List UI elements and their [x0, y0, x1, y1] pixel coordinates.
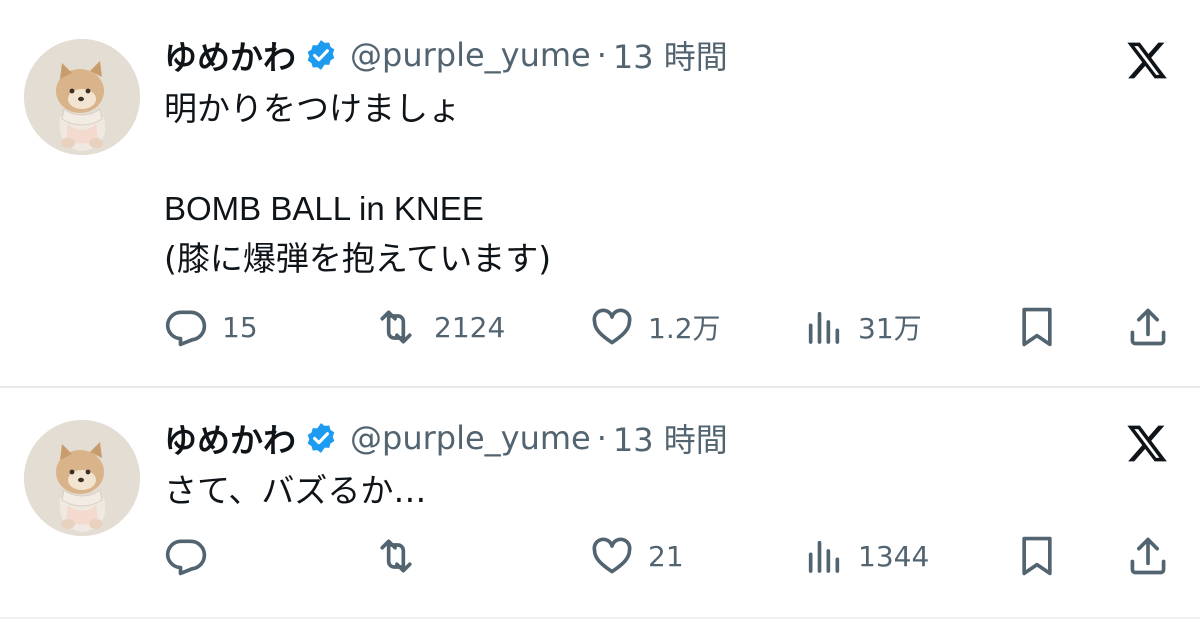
like-count: 1.2万 [648, 312, 721, 345]
views-count: 1344 [858, 539, 930, 573]
heart-icon [590, 305, 634, 349]
reply-count: 15 [222, 310, 258, 344]
share-icon [1126, 305, 1170, 349]
views-chart-icon [804, 534, 844, 578]
separator-dot: · [596, 36, 607, 74]
share-button[interactable] [1126, 302, 1170, 352]
tweet-text-line: さて、バズるか… [164, 471, 427, 510]
share-button[interactable] [1126, 531, 1170, 581]
share-icon [1126, 534, 1170, 578]
shiba-dog-avatar-icon [24, 420, 140, 536]
tweet-text-line: BOMB BALL in KNEE [164, 190, 484, 227]
tweet-card[interactable]: ゆめかわ @purple_yume · 13 時間 さて、バズるか… 21 13… [0, 388, 1200, 620]
bookmark-button[interactable] [1015, 531, 1059, 581]
heart-icon [590, 534, 634, 578]
repost-count: 2124 [434, 310, 506, 344]
reply-icon [164, 534, 208, 578]
like-count: 21 [648, 539, 684, 573]
separator-dot: · [596, 419, 607, 457]
tweet-text-line: (膝に爆弾を抱えています) [164, 239, 552, 278]
reply-button[interactable]: 15 [164, 302, 258, 352]
user-handle[interactable]: @purple_yume [350, 419, 591, 457]
repost-icon [372, 534, 420, 578]
verified-badge-icon [304, 38, 338, 72]
tweet-header: ゆめかわ @purple_yume · 13 時間 [164, 413, 728, 463]
shiba-dog-avatar-icon [24, 39, 140, 155]
verified-badge-icon [304, 421, 338, 455]
avatar[interactable] [24, 39, 140, 155]
x-logo-icon[interactable] [1125, 421, 1169, 465]
action-bar: 15 2124 1.2万 31万 [0, 302, 1200, 352]
tweet-header: ゆめかわ @purple_yume · 13 時間 [164, 30, 728, 80]
avatar[interactable] [24, 420, 140, 536]
tweet-text-line: 明かりをつけましょ [164, 89, 461, 128]
tweet-card[interactable]: ゆめかわ @purple_yume · 13 時間 明かりをつけましょ BOMB… [0, 0, 1200, 386]
timestamp[interactable]: 13 時間 [613, 415, 728, 461]
views-button[interactable]: 1344 [804, 531, 929, 581]
bookmark-icon [1015, 305, 1059, 349]
x-logo-icon[interactable] [1125, 38, 1169, 82]
action-bar: 21 1344 [0, 531, 1200, 581]
reply-icon [164, 305, 208, 349]
display-name[interactable]: ゆめかわ [164, 31, 296, 79]
like-button[interactable]: 1.2万 [590, 302, 721, 352]
divider [0, 617, 1200, 619]
timestamp[interactable]: 13 時間 [613, 32, 728, 78]
views-chart-icon [804, 305, 844, 349]
like-button[interactable]: 21 [590, 531, 684, 581]
repost-button[interactable] [372, 531, 434, 581]
repost-button[interactable]: 2124 [372, 302, 505, 352]
user-handle[interactable]: @purple_yume [350, 36, 591, 74]
reply-button[interactable] [164, 531, 222, 581]
views-count: 31万 [858, 312, 922, 345]
display-name[interactable]: ゆめかわ [164, 414, 296, 462]
views-button[interactable]: 31万 [804, 302, 922, 352]
repost-icon [372, 305, 420, 349]
bookmark-button[interactable] [1015, 302, 1059, 352]
bookmark-icon [1015, 534, 1059, 578]
